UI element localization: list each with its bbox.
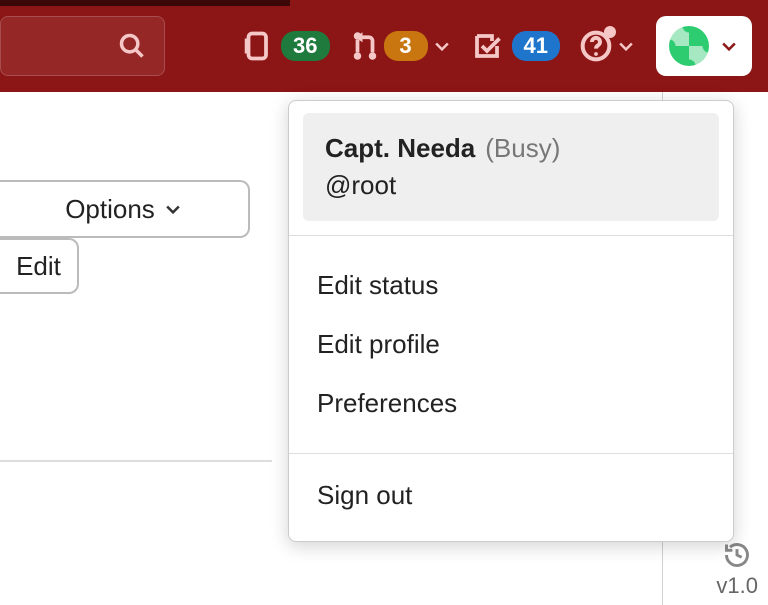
menu-item-preferences[interactable]: Preferences (289, 374, 733, 433)
horizontal-divider (0, 460, 272, 462)
options-button[interactable]: Options (0, 180, 250, 238)
merge-requests-nav[interactable]: 3 (350, 31, 452, 61)
merge-request-icon (350, 31, 380, 61)
user-info-panel[interactable]: Capt. Needa (Busy) @root (303, 113, 719, 221)
issues-nav[interactable]: 36 (241, 31, 329, 61)
user-status: (Busy) (485, 133, 560, 164)
issues-icon (241, 31, 271, 61)
todos-count-badge: 41 (512, 31, 560, 61)
todos-nav[interactable]: 41 (472, 31, 560, 61)
version-info: v1.0 (716, 541, 758, 599)
help-nav[interactable] (580, 30, 636, 62)
menu-item-edit-profile[interactable]: Edit profile (289, 315, 733, 374)
chevron-down-icon (163, 199, 183, 219)
search-icon (118, 32, 146, 60)
user-handle: @root (325, 170, 697, 201)
version-label: v1.0 (716, 573, 758, 599)
top-navigation-bar: 36 3 41 (0, 0, 768, 92)
avatar-icon (669, 26, 709, 66)
user-display-name: Capt. Needa (325, 133, 475, 164)
user-dropdown-menu: Capt. Needa (Busy) @root Edit status Edi… (288, 100, 734, 542)
history-icon (723, 541, 751, 569)
todo-icon (472, 31, 502, 61)
search-box[interactable] (0, 16, 165, 76)
chevron-down-icon (719, 36, 739, 56)
edit-button[interactable]: Edit (0, 238, 79, 294)
menu-item-sign-out[interactable]: Sign out (289, 466, 733, 525)
user-menu-button[interactable] (656, 16, 752, 76)
options-label: Options (65, 194, 155, 225)
edit-label: Edit (16, 251, 61, 282)
issues-count-badge: 36 (281, 31, 329, 61)
chevron-down-icon (432, 36, 452, 56)
menu-item-edit-status[interactable]: Edit status (289, 256, 733, 315)
chevron-down-icon (616, 36, 636, 56)
merge-requests-count-badge: 3 (384, 31, 428, 61)
notification-dot-icon (604, 26, 616, 38)
assignee-avatar[interactable] (746, 326, 768, 366)
